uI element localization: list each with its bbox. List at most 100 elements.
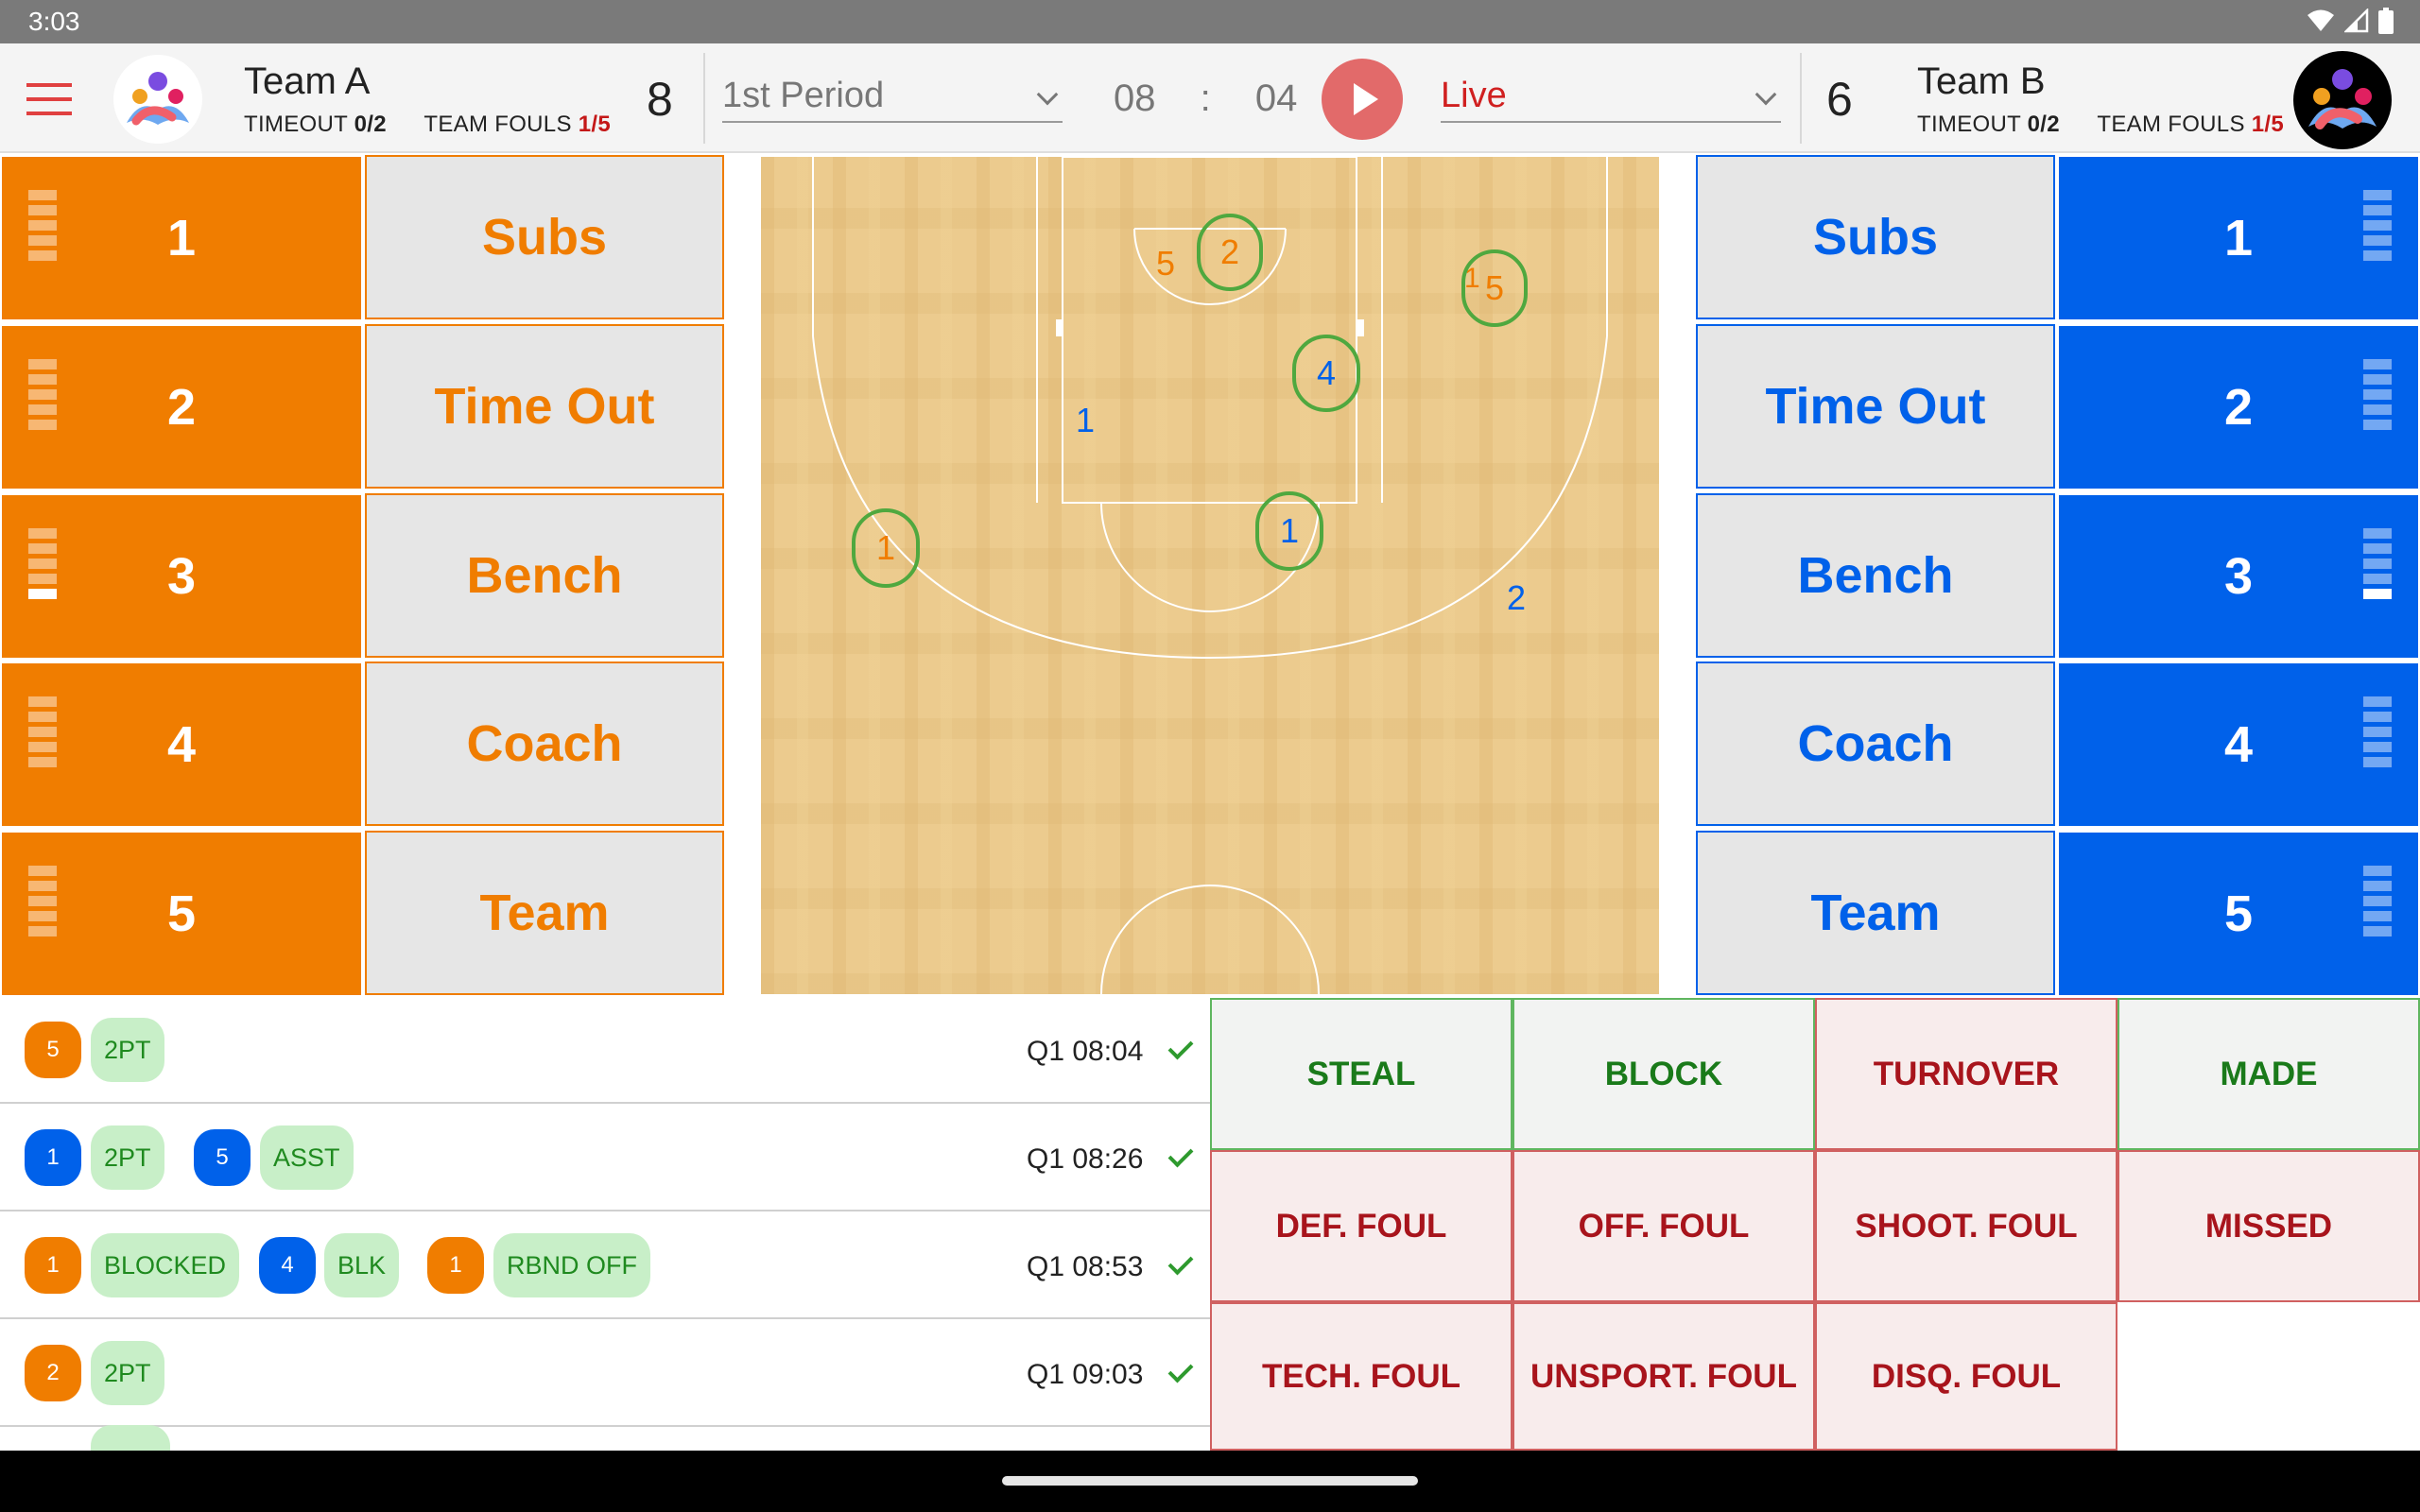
team-b-player-3[interactable]: 3 [2057, 493, 2420, 660]
block-button[interactable]: BLOCK [1512, 998, 1815, 1150]
court-marker-highlighted[interactable]: 2 [1197, 214, 1263, 291]
mode-select[interactable]: Live [1441, 76, 1781, 123]
foul-indicator [2363, 359, 2392, 430]
missed-button[interactable]: MISSED [2118, 1150, 2420, 1302]
clock-separator: : [1200, 77, 1211, 119]
team-a-player-2[interactable]: 2 [0, 324, 363, 490]
court-map[interactable]: 5 2 1 5 4 1 1 1 2 [761, 157, 1659, 994]
team-a-logo[interactable] [113, 55, 202, 144]
foul-indicator [28, 866, 57, 936]
player-number: 4 [166, 716, 197, 773]
team-a-bench-button[interactable]: Bench [365, 493, 724, 658]
game-clock[interactable]: 08 : 04 [1114, 77, 1297, 120]
player-chip: 4 [259, 1237, 316, 1294]
foul-indicator [2363, 190, 2392, 261]
team-b-score: 6 [1826, 73, 1853, 126]
court-marker-highlighted[interactable]: 1 [852, 508, 920, 588]
team-b-subs-button[interactable]: Subs [1696, 155, 2055, 319]
log-time: Q1 08:04 [1027, 1036, 1144, 1067]
play-log[interactable]: 5 2PT Q1 08:04 1 2PT 5 ASST Q1 08:26 1 B… [0, 998, 1210, 1451]
wifi-icon [2308, 9, 2334, 31]
team-b-coach-button[interactable]: Coach [1696, 662, 2055, 826]
log-row[interactable]: 1 2PT 5 ASST Q1 08:26 [0, 1106, 1210, 1211]
team-a-player-1[interactable]: 1 [0, 155, 363, 321]
team-a-player-5[interactable]: 5 [0, 831, 363, 997]
team-b-bench-button[interactable]: Bench [1696, 493, 2055, 658]
unsport-foul-button[interactable]: UNSPORT. FOUL [1512, 1302, 1815, 1451]
team-a-timeout-button[interactable]: Time Out [365, 324, 724, 489]
log-row[interactable]: 2 2PT Q1 09:03 [0, 1321, 1210, 1427]
action-chip: BLK [324, 1233, 400, 1297]
log-row[interactable]: 5 2PT Q1 08:04 [0, 998, 1210, 1104]
court-marker[interactable]: 2 [1503, 578, 1530, 617]
shoot-foul-button[interactable]: SHOOT. FOUL [1815, 1150, 2118, 1302]
made-button[interactable]: MADE [2118, 998, 2420, 1150]
court-marker[interactable]: 1 [1072, 401, 1098, 439]
foul-indicator [2363, 528, 2392, 599]
mode-value: Live [1441, 76, 1507, 115]
signal-icon [2344, 9, 2369, 33]
team-b-player-5[interactable]: 5 [2057, 831, 2420, 997]
team-logo-icon [127, 72, 189, 126]
log-time: Q1 09:03 [1027, 1359, 1144, 1390]
status-icons [2307, 8, 2394, 34]
team-b-player-2[interactable]: 2 [2057, 324, 2420, 490]
player-chip: 5 [194, 1129, 251, 1186]
game-header: Team A TIMEOUT 0/2 TEAM FOULS 1/5 8 1st … [0, 43, 2420, 153]
team-a-team-button[interactable]: Team [365, 831, 724, 995]
team-b-name: Team B [1917, 60, 2046, 102]
action-chip: ASST [260, 1125, 354, 1190]
team-a-timeout-value: 0/2 [354, 112, 387, 137]
def-foul-button[interactable]: DEF. FOUL [1210, 1150, 1512, 1302]
status-time: 3:03 [28, 7, 80, 36]
foul-indicator [28, 190, 57, 261]
player-chip: 1 [427, 1237, 484, 1294]
team-b-player-1[interactable]: 1 [2057, 155, 2420, 321]
battery-icon [2378, 8, 2394, 34]
foul-indicator [2363, 866, 2392, 936]
team-a-fouls-label: TEAM FOULS [424, 112, 572, 137]
play-button[interactable] [1322, 59, 1403, 140]
period-value: 1st Period [722, 76, 885, 115]
period-select[interactable]: 1st Period [722, 76, 1063, 123]
team-a-fouls-value: 1/5 [578, 112, 611, 137]
clock-minutes: 08 [1114, 77, 1156, 119]
court-marker[interactable]: 5 [1152, 244, 1179, 283]
team-a-subs-button[interactable]: Subs [365, 155, 724, 319]
team-a-coach-button[interactable]: Coach [365, 662, 724, 826]
menu-button[interactable] [26, 83, 72, 115]
team-b-player-4[interactable]: 4 [2057, 662, 2420, 828]
play-icon [1354, 83, 1378, 115]
player-chip: 2 [25, 1345, 81, 1401]
turnover-button[interactable]: TURNOVER [1815, 998, 2118, 1150]
foul-indicator [28, 528, 57, 599]
team-b-meta: TIMEOUT 0/2 TEAM FOULS 1/5 [1917, 112, 2284, 138]
check-icon [1167, 1034, 1194, 1060]
player-chip: 1 [25, 1237, 81, 1294]
action-chip: 2PT [91, 1341, 164, 1405]
action-chip: RBND OFF [493, 1233, 650, 1297]
steal-button[interactable]: STEAL [1210, 998, 1512, 1150]
court-marker-highlighted[interactable]: 5 [1461, 249, 1528, 327]
team-a-player-4[interactable]: 4 [0, 662, 363, 828]
court-marker-highlighted[interactable]: 1 [1255, 491, 1323, 571]
team-b-timeout-label: TIMEOUT [1917, 112, 2021, 137]
action-chip: BLOCKED [91, 1233, 240, 1297]
home-gesture-handle[interactable] [1002, 1476, 1418, 1486]
log-row[interactable]: 1 BLOCKED 4 BLK 1 RBND OFF Q1 08:53 [0, 1213, 1210, 1319]
log-time: Q1 08:26 [1027, 1143, 1144, 1175]
off-foul-button[interactable]: OFF. FOUL [1512, 1150, 1815, 1302]
check-icon [1167, 1357, 1194, 1383]
court-marker-highlighted[interactable]: 4 [1292, 335, 1360, 412]
status-bar: 3:03 [0, 0, 2420, 43]
team-b-timeout-button[interactable]: Time Out [1696, 324, 2055, 489]
team-a-player-3[interactable]: 3 [0, 493, 363, 660]
tech-foul-button[interactable]: TECH. FOUL [1210, 1302, 1512, 1451]
log-row[interactable] [0, 1425, 1210, 1451]
header-divider [703, 53, 705, 144]
disq-foul-button[interactable]: DISQ. FOUL [1815, 1302, 2118, 1451]
log-time: Q1 08:53 [1027, 1251, 1144, 1282]
team-b-team-button[interactable]: Team [1696, 831, 2055, 995]
team-b-logo[interactable] [2293, 51, 2392, 149]
check-icon [1167, 1142, 1194, 1168]
